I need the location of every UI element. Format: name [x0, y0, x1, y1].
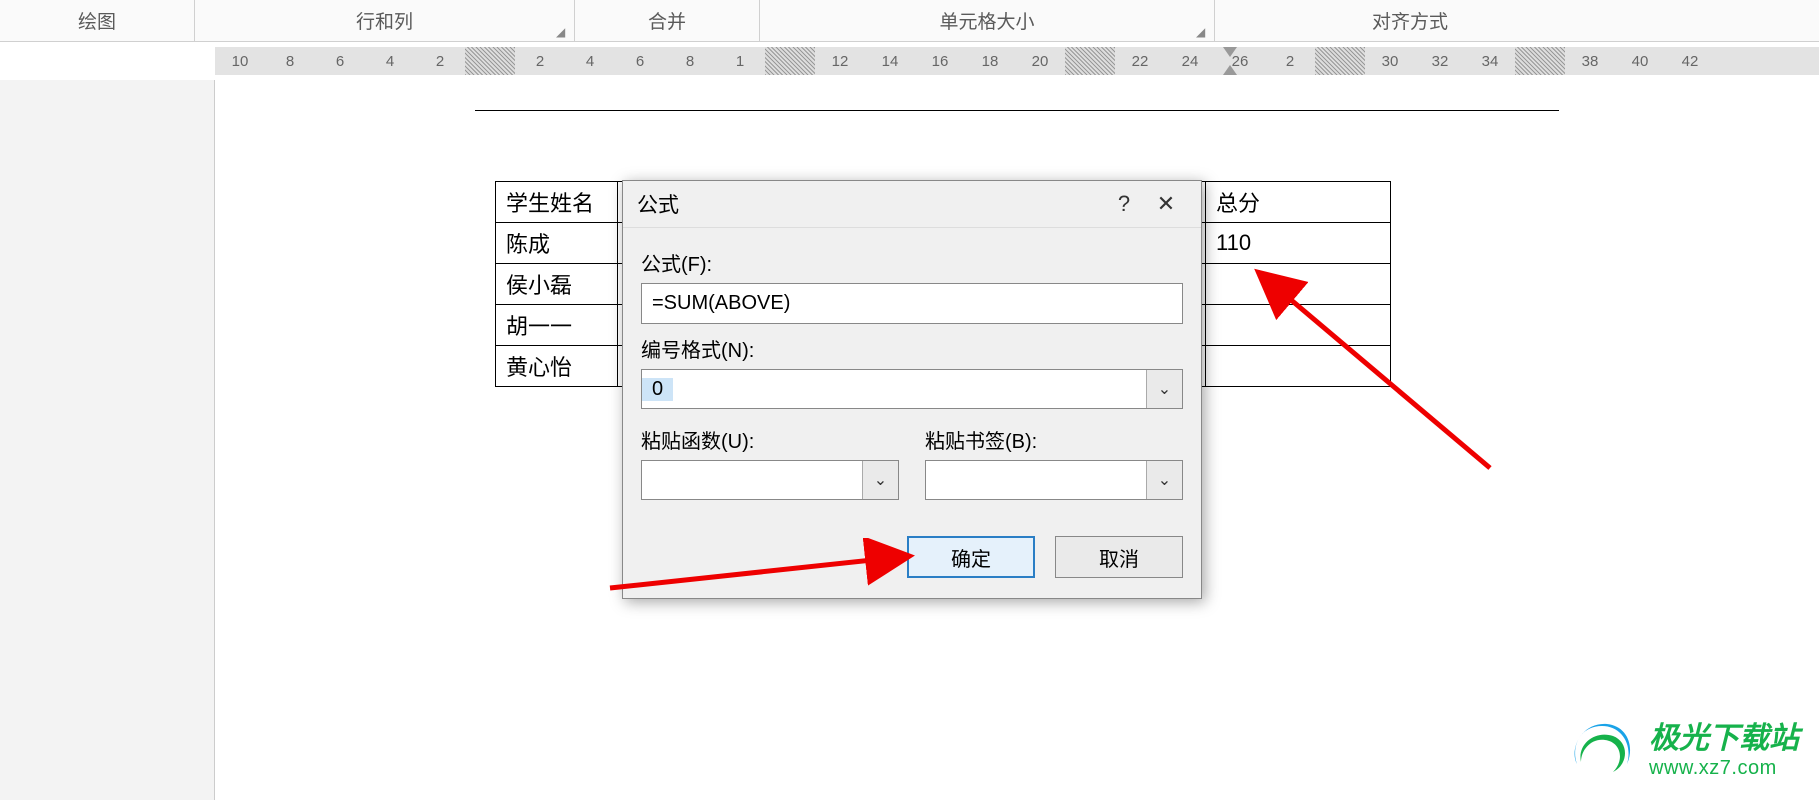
column-marker-icon[interactable]	[465, 47, 515, 75]
horizontal-ruler[interactable]: 10 8 6 4 2 2 4 6 8 1 12 14 16 18 20 22 2…	[0, 42, 1819, 80]
ruler-numbers: 10 8 6 4 2 2 4 6 8 1 12 14 16 18 20 22 2…	[215, 47, 1715, 75]
formula-dialog: 公式 ? ✕ 公式(F): 编号格式(N): 0 ⌄ 粘贴函数(U): ⌄ 粘贴…	[622, 180, 1202, 599]
total-cell[interactable]: 110	[1206, 223, 1391, 264]
page-top-line	[475, 110, 1559, 111]
column-marker-icon[interactable]	[765, 47, 815, 75]
ribbon-group-label: 合并	[648, 7, 686, 34]
total-cell[interactable]	[1206, 305, 1391, 346]
formula-label: 公式(F):	[641, 248, 1183, 277]
header-name-cell[interactable]: 学生姓名	[496, 182, 618, 223]
header-total-cell[interactable]: 总分	[1206, 182, 1391, 223]
watermark-title: 极光下载站	[1649, 722, 1799, 757]
ribbon-group-alignment[interactable]: 对齐方式	[1215, 0, 1605, 41]
column-marker-icon[interactable]	[1515, 47, 1565, 75]
ribbon-group-cell-size[interactable]: 单元格大小 ◢	[760, 0, 1215, 41]
ok-button-label: 确定	[951, 543, 991, 572]
number-format-label: 编号格式(N):	[641, 334, 1183, 363]
indent-marker-bottom-icon[interactable]	[1223, 61, 1237, 75]
cancel-button-label: 取消	[1099, 543, 1139, 572]
chevron-down-icon[interactable]: ⌄	[1146, 461, 1182, 499]
ribbon-group-merge[interactable]: 合并	[575, 0, 760, 41]
ribbon-groups-row: 绘图 行和列 ◢ 合并 单元格大小 ◢ 对齐方式	[0, 0, 1819, 42]
indent-marker-top-icon[interactable]	[1223, 47, 1237, 61]
ribbon-group-label: 单元格大小	[939, 7, 1034, 34]
ribbon-group-rows-cols[interactable]: 行和列 ◢	[195, 0, 575, 41]
number-format-select[interactable]: 0 ⌄	[641, 369, 1183, 409]
dialog-title: 公式	[637, 189, 679, 219]
column-marker-icon[interactable]	[1065, 47, 1115, 75]
total-cell[interactable]	[1206, 346, 1391, 387]
close-icon: ✕	[1157, 191, 1175, 216]
ok-button[interactable]: 确定	[907, 536, 1035, 578]
ribbon-group-label: 行和列	[356, 7, 413, 34]
dialog-titlebar[interactable]: 公式 ? ✕	[623, 181, 1201, 228]
column-marker-icon[interactable]	[1315, 47, 1365, 75]
number-format-value: 0	[642, 378, 673, 401]
name-cell[interactable]: 胡一一	[496, 305, 618, 346]
paste-bookmark-select[interactable]: ⌄	[925, 460, 1183, 500]
left-gutter	[0, 80, 215, 800]
watermark-url: www.xz7.com	[1649, 757, 1799, 780]
name-cell[interactable]: 陈成	[496, 223, 618, 264]
paste-function-select[interactable]: ⌄	[641, 460, 899, 500]
paste-function-label: 粘贴函数(U):	[641, 425, 899, 454]
cancel-button[interactable]: 取消	[1055, 536, 1183, 578]
close-button[interactable]: ✕	[1145, 191, 1187, 217]
watermark: 极光下载站 www.xz7.com	[1567, 720, 1799, 782]
name-cell[interactable]: 侯小磊	[496, 264, 618, 305]
name-cell[interactable]: 黄心怡	[496, 346, 618, 387]
ribbon-group-label: 绘图	[78, 7, 116, 34]
chevron-down-icon[interactable]: ⌄	[862, 461, 898, 499]
dialog-launcher-icon[interactable]: ◢	[1196, 25, 1208, 37]
watermark-logo-icon	[1567, 720, 1637, 782]
ribbon-group-drawing[interactable]: 绘图	[0, 0, 195, 41]
paste-bookmark-label: 粘贴书签(B):	[925, 425, 1183, 454]
ribbon-group-label: 对齐方式	[1372, 7, 1448, 34]
chevron-down-icon[interactable]: ⌄	[1146, 370, 1182, 408]
total-cell[interactable]	[1206, 264, 1391, 305]
dialog-launcher-icon[interactable]: ◢	[556, 25, 568, 37]
help-button[interactable]: ?	[1103, 191, 1145, 217]
formula-input[interactable]	[641, 283, 1183, 324]
